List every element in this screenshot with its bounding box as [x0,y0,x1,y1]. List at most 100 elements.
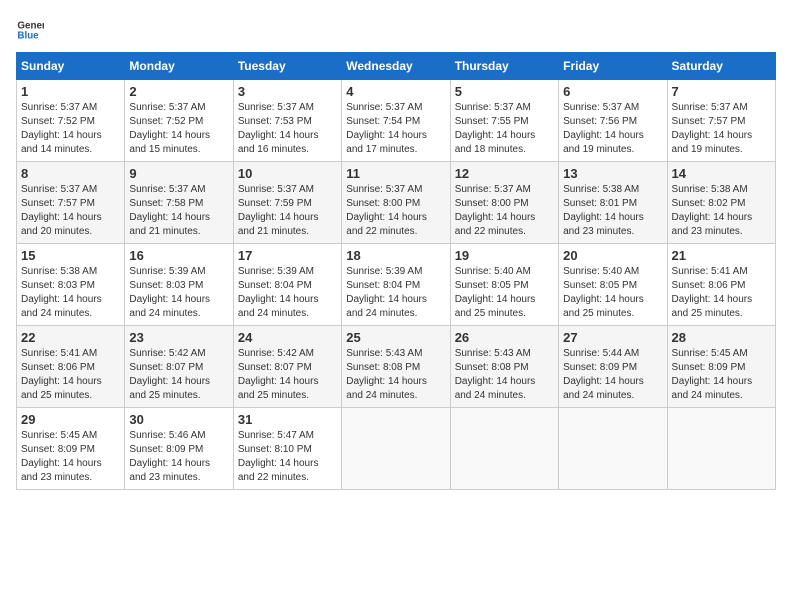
day-info: Sunrise: 5:39 AMSunset: 8:04 PMDaylight:… [238,265,337,321]
calendar-cell: 26 Sunrise: 5:43 AMSunset: 8:08 PMDayligh… [450,326,558,408]
calendar-cell: 15 Sunrise: 5:38 AMSunset: 8:03 PMDayligh… [17,244,125,326]
calendar-cell: 8 Sunrise: 5:37 AMSunset: 7:57 PMDaylight… [17,162,125,244]
day-number: 24 [238,330,337,345]
calendar-table: SundayMondayTuesdayWednesdayThursdayFrid… [16,52,776,490]
day-info: Sunrise: 5:37 AMSunset: 7:56 PMDaylight:… [563,101,662,157]
day-number: 5 [455,84,554,99]
day-info: Sunrise: 5:43 AMSunset: 8:08 PMDaylight:… [346,347,445,403]
day-info: Sunrise: 5:45 AMSunset: 8:09 PMDaylight:… [672,347,771,403]
day-number: 26 [455,330,554,345]
calendar-cell: 2 Sunrise: 5:37 AMSunset: 7:52 PMDaylight… [125,80,233,162]
day-number: 11 [346,166,445,181]
day-number: 16 [129,248,228,263]
calendar-cell: 11 Sunrise: 5:37 AMSunset: 8:00 PMDayligh… [342,162,450,244]
day-info: Sunrise: 5:40 AMSunset: 8:05 PMDaylight:… [563,265,662,321]
day-number: 1 [21,84,120,99]
calendar-cell: 7 Sunrise: 5:37 AMSunset: 7:57 PMDaylight… [667,80,775,162]
calendar-cell: 14 Sunrise: 5:38 AMSunset: 8:02 PMDayligh… [667,162,775,244]
day-number: 17 [238,248,337,263]
calendar-cell [559,408,667,490]
header-thursday: Thursday [450,53,558,80]
day-info: Sunrise: 5:37 AMSunset: 7:52 PMDaylight:… [129,101,228,157]
calendar-cell: 27 Sunrise: 5:44 AMSunset: 8:09 PMDayligh… [559,326,667,408]
calendar-cell [450,408,558,490]
day-info: Sunrise: 5:42 AMSunset: 8:07 PMDaylight:… [238,347,337,403]
calendar-cell: 1 Sunrise: 5:37 AMSunset: 7:52 PMDaylight… [17,80,125,162]
day-number: 19 [455,248,554,263]
day-info: Sunrise: 5:37 AMSunset: 7:52 PMDaylight:… [21,101,120,157]
day-number: 4 [346,84,445,99]
day-number: 2 [129,84,228,99]
day-info: Sunrise: 5:37 AMSunset: 7:53 PMDaylight:… [238,101,337,157]
day-number: 23 [129,330,228,345]
calendar-cell: 30Sunrise: 5:46 AMSunset: 8:09 PMDayligh… [125,408,233,490]
calendar-week-4: 22 Sunrise: 5:41 AMSunset: 8:06 PMDayligh… [17,326,776,408]
day-info: Sunrise: 5:37 AMSunset: 7:54 PMDaylight:… [346,101,445,157]
header-monday: Monday [125,53,233,80]
day-info: Sunrise: 5:38 AMSunset: 8:01 PMDaylight:… [563,183,662,239]
day-info: Sunrise: 5:47 AMSunset: 8:10 PMDaylight:… [238,429,337,485]
calendar-cell: 5 Sunrise: 5:37 AMSunset: 7:55 PMDaylight… [450,80,558,162]
day-info: Sunrise: 5:37 AMSunset: 7:57 PMDaylight:… [672,101,771,157]
day-info: Sunrise: 5:39 AMSunset: 8:03 PMDaylight:… [129,265,228,321]
logo-icon: General Blue [16,16,44,44]
day-number: 31 [238,412,337,427]
day-number: 6 [563,84,662,99]
logo: General Blue [16,16,48,44]
day-info: Sunrise: 5:37 AMSunset: 8:00 PMDaylight:… [455,183,554,239]
day-number: 20 [563,248,662,263]
header-saturday: Saturday [667,53,775,80]
day-info: Sunrise: 5:41 AMSunset: 8:06 PMDaylight:… [21,347,120,403]
day-number: 21 [672,248,771,263]
day-number: 22 [21,330,120,345]
header-friday: Friday [559,53,667,80]
calendar-cell: 21 Sunrise: 5:41 AMSunset: 8:06 PMDayligh… [667,244,775,326]
day-info: Sunrise: 5:42 AMSunset: 8:07 PMDaylight:… [129,347,228,403]
day-info: Sunrise: 5:41 AMSunset: 8:06 PMDaylight:… [672,265,771,321]
calendar-cell: 13 Sunrise: 5:38 AMSunset: 8:01 PMDayligh… [559,162,667,244]
day-number: 3 [238,84,337,99]
day-number: 13 [563,166,662,181]
day-info: Sunrise: 5:38 AMSunset: 8:02 PMDaylight:… [672,183,771,239]
calendar-cell [342,408,450,490]
calendar-week-1: 1 Sunrise: 5:37 AMSunset: 7:52 PMDaylight… [17,80,776,162]
day-number: 7 [672,84,771,99]
calendar-cell: 17 Sunrise: 5:39 AMSunset: 8:04 PMDayligh… [233,244,341,326]
day-info: Sunrise: 5:37 AMSunset: 7:57 PMDaylight:… [21,183,120,239]
day-info: Sunrise: 5:37 AMSunset: 7:55 PMDaylight:… [455,101,554,157]
header-tuesday: Tuesday [233,53,341,80]
header: General Blue [16,16,776,44]
calendar-cell: 31 Sunrise: 5:47 AMSunset: 8:10 PMDayligh… [233,408,341,490]
calendar-cell: 24 Sunrise: 5:42 AMSunset: 8:07 PMDayligh… [233,326,341,408]
day-info: Sunrise: 5:37 AMSunset: 8:00 PMDaylight:… [346,183,445,239]
day-number: 8 [21,166,120,181]
day-number: 12 [455,166,554,181]
calendar-cell [667,408,775,490]
day-number: 30 [129,412,228,427]
day-info: Sunrise: 5:37 AMSunset: 7:59 PMDaylight:… [238,183,337,239]
day-info: Sunrise: 5:37 AMSunset: 7:58 PMDaylight:… [129,183,228,239]
calendar-cell: 9Sunrise: 5:37 AMSunset: 7:58 PMDaylight… [125,162,233,244]
header-sunday: Sunday [17,53,125,80]
day-number: 27 [563,330,662,345]
calendar-cell: 25 Sunrise: 5:43 AMSunset: 8:08 PMDayligh… [342,326,450,408]
calendar-cell: 29Sunrise: 5:45 AMSunset: 8:09 PMDayligh… [17,408,125,490]
day-info: Sunrise: 5:45 AMSunset: 8:09 PMDaylight:… [21,429,120,485]
day-info: Sunrise: 5:38 AMSunset: 8:03 PMDaylight:… [21,265,120,321]
calendar-cell: 19 Sunrise: 5:40 AMSunset: 8:05 PMDayligh… [450,244,558,326]
day-number: 15 [21,248,120,263]
calendar-cell: 23 Sunrise: 5:42 AMSunset: 8:07 PMDayligh… [125,326,233,408]
day-number: 14 [672,166,771,181]
day-info: Sunrise: 5:44 AMSunset: 8:09 PMDaylight:… [563,347,662,403]
calendar-cell: 4 Sunrise: 5:37 AMSunset: 7:54 PMDaylight… [342,80,450,162]
calendar-cell: 10Sunrise: 5:37 AMSunset: 7:59 PMDayligh… [233,162,341,244]
day-number: 25 [346,330,445,345]
calendar-week-5: 29Sunrise: 5:45 AMSunset: 8:09 PMDayligh… [17,408,776,490]
day-info: Sunrise: 5:40 AMSunset: 8:05 PMDaylight:… [455,265,554,321]
calendar-cell: 3 Sunrise: 5:37 AMSunset: 7:53 PMDaylight… [233,80,341,162]
calendar-cell: 20 Sunrise: 5:40 AMSunset: 8:05 PMDayligh… [559,244,667,326]
calendar-cell: 28Sunrise: 5:45 AMSunset: 8:09 PMDayligh… [667,326,775,408]
day-info: Sunrise: 5:43 AMSunset: 8:08 PMDaylight:… [455,347,554,403]
calendar-cell: 12 Sunrise: 5:37 AMSunset: 8:00 PMDayligh… [450,162,558,244]
calendar-cell: 22 Sunrise: 5:41 AMSunset: 8:06 PMDayligh… [17,326,125,408]
